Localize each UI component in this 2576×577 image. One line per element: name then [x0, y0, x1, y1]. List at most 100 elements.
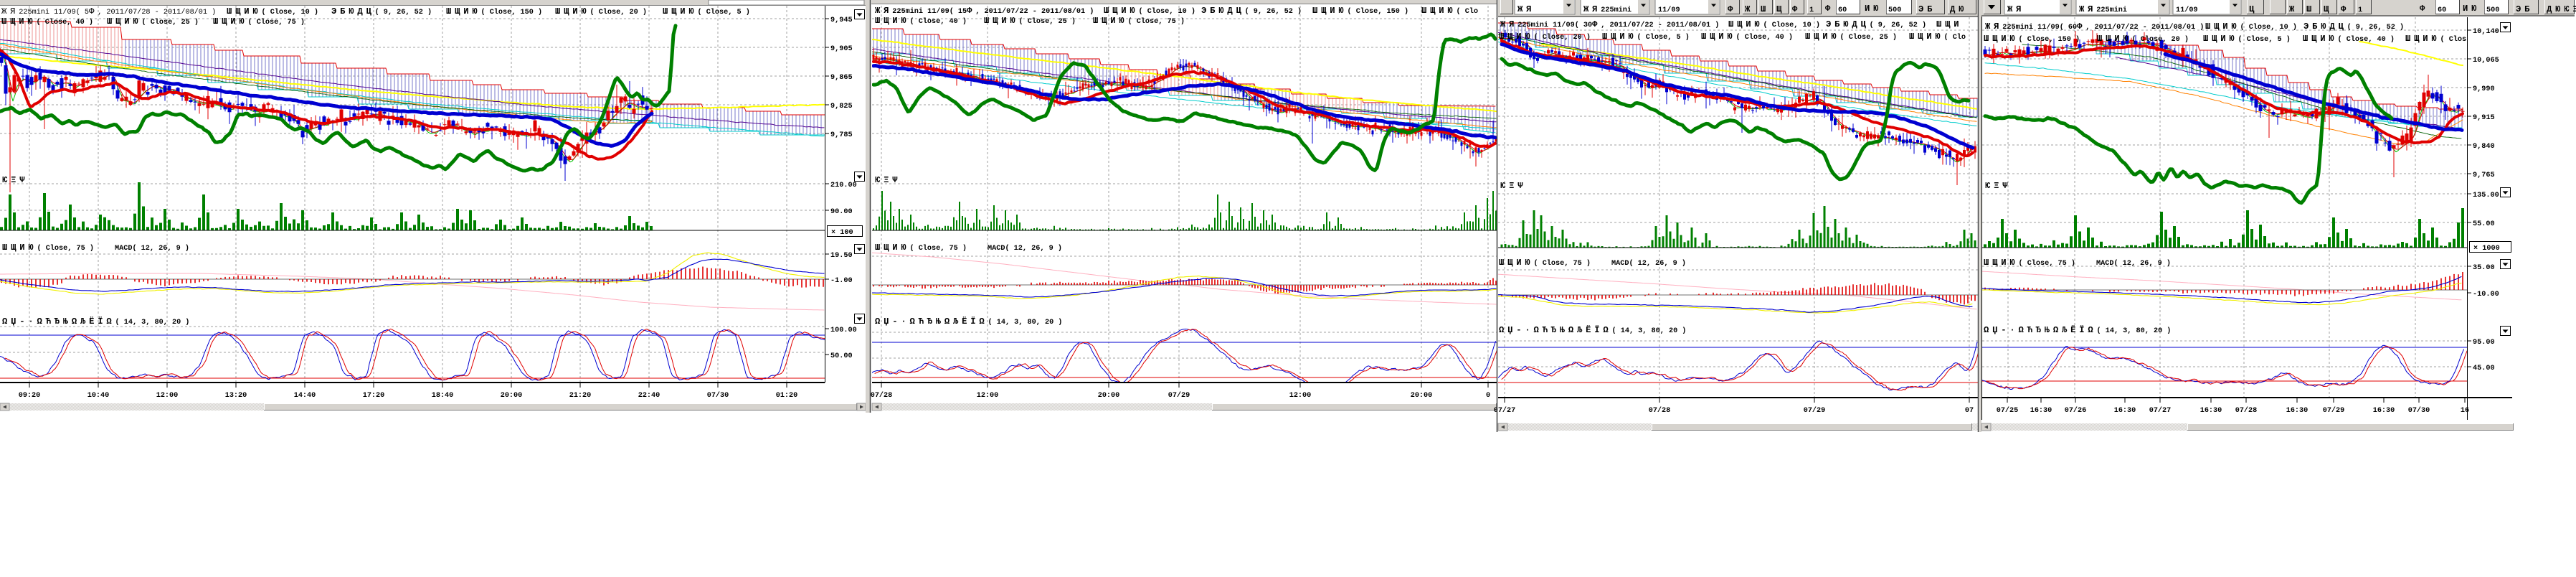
svg-text:ШЩИЮ( Close, 5 ): ШЩИЮ( Close, 5 ) [2203, 34, 2291, 44]
svg-text:-10.00: -10.00 [2473, 291, 2499, 299]
svg-text:ЭБЮДЦ( 9, 26, 52 ): ЭБЮДЦ( 9, 26, 52 ) [1201, 6, 1302, 16]
svg-text:12:00: 12:00 [156, 392, 179, 400]
svg-text:210.00: 210.00 [830, 182, 857, 189]
svg-text:14:40: 14:40 [294, 392, 316, 400]
svg-text:90.00: 90.00 [830, 208, 853, 216]
svg-text:9,905: 9,905 [830, 45, 853, 53]
svg-text:18:40: 18:40 [432, 392, 454, 400]
svg-text:07/27: 07/27 [2149, 406, 2172, 415]
svg-text:× 1000: × 1000 [2473, 245, 2500, 253]
svg-text:07/29: 07/29 [1168, 391, 1190, 400]
svg-text:500: 500 [2486, 6, 2499, 14]
svg-text:9,915: 9,915 [2473, 114, 2495, 122]
svg-text:ШЩИЮ( Close, 20 ): ШЩИЮ( Close, 20 ) [1499, 32, 1591, 42]
svg-text:10,140: 10,140 [2473, 28, 2499, 36]
svg-text:ШЩИЮ( Close, 10 ): ШЩИЮ( Close, 10 ) [227, 6, 318, 17]
svg-text:ШЩИЮ( Close, 40 ): ШЩИЮ( Close, 40 ) [2303, 34, 2395, 44]
svg-text:ШЩИЮ( Close, 150 ): ШЩИЮ( Close, 150 ) [1312, 6, 1408, 16]
svg-text:ЖЯ: ЖЯ [1517, 4, 1535, 14]
svg-text:ШЩИЮ( Clo: ШЩИЮ( Clo [1909, 32, 1966, 42]
svg-text:ШЩИЮ( Close, 5 ): ШЩИЮ( Close, 5 ) [663, 6, 750, 17]
svg-text:ШЩИЮ( Close, 75 ): ШЩИЮ( Close, 75 ) [213, 17, 305, 27]
svg-text:Ж: Ж [2289, 4, 2298, 14]
svg-text:07/26: 07/26 [2065, 406, 2087, 415]
svg-text:ШЩИЮ( Close, 150 ): ШЩИЮ( Close, 150 ) [446, 6, 542, 17]
svg-text:16: 16 [2461, 407, 2469, 415]
svg-text:ѤΞΨ: ѤΞΨ [875, 175, 901, 185]
svg-text:Щ: Щ [2324, 4, 2332, 14]
svg-text:Ф: Ф [2341, 4, 2349, 14]
svg-text:60: 60 [2438, 6, 2446, 14]
svg-text:16:30: 16:30 [2030, 407, 2052, 415]
svg-text:ШЩИЮ( Close, 10 ): ШЩИЮ( Close, 10 ) [1104, 6, 1195, 16]
svg-text:55.00: 55.00 [2473, 220, 2495, 228]
svg-text:07/29: 07/29 [2323, 406, 2345, 415]
svg-text:ШЩИЮ( Close, 5 ): ШЩИЮ( Close, 5 ) [1602, 32, 1690, 42]
svg-text:ШЩИЮ( Close, 20 ): ШЩИЮ( Close, 20 ) [555, 6, 647, 17]
svg-text:Щ: Щ [1776, 4, 1785, 14]
svg-text:16:30: 16:30 [2373, 407, 2395, 415]
svg-text:ШЩИЮ( Close, 25 ): ШЩИЮ( Close, 25 ) [107, 17, 199, 27]
svg-text:20:00: 20:00 [501, 392, 523, 400]
svg-text:ШЩИЮ( Close, 20 ): ШЩИЮ( Close, 20 ) [2097, 34, 2189, 44]
svg-text:ЖЯ: ЖЯ [2007, 4, 2025, 14]
svg-text:60: 60 [1838, 6, 1847, 14]
svg-text:MACD( 12, 26, 9 ): MACD( 12, 26, 9 ) [1611, 259, 1686, 268]
svg-text:ЭБ: ЭБ [1918, 4, 1936, 14]
svg-text:ЖЯ225mini 11/09( 30Ф, 2011/07/: ЖЯ225mini 11/09( 30Ф, 2011/07/22 - 2011/… [1500, 19, 1719, 29]
svg-text:16:30: 16:30 [2286, 407, 2309, 415]
svg-text:09:20: 09:20 [19, 392, 41, 400]
svg-text:16:30: 16:30 [2200, 407, 2222, 415]
svg-text:9,785: 9,785 [830, 131, 853, 139]
svg-text:ШЩИЮ( Close, 75 ): ШЩИЮ( Close, 75 ) [1093, 16, 1185, 26]
svg-text:ШЩИЮ( Close, 75 ): ШЩИЮ( Close, 75 ) [2, 243, 94, 253]
svg-text:50.00: 50.00 [830, 352, 853, 360]
svg-text:ЭБЮДЦ( 9, 26, 52 ): ЭБЮДЦ( 9, 26, 52 ) [1826, 19, 1926, 29]
svg-text:07/28: 07/28 [871, 391, 893, 400]
svg-text:ѤΞΨ: ѤΞΨ [2, 175, 28, 185]
svg-text:ЖЯ225mini: ЖЯ225mini [2079, 4, 2127, 14]
svg-text:ИЮ: ИЮ [2463, 4, 2480, 14]
svg-text:17:20: 17:20 [363, 392, 385, 400]
svg-text:19.50: 19.50 [830, 252, 853, 260]
svg-text:ЖЯ225mini 11/09( 5Ф, 2011/07/2: ЖЯ225mini 11/09( 5Ф, 2011/07/28 - 2011/0… [1, 6, 216, 17]
svg-text:35.00: 35.00 [2473, 264, 2495, 272]
svg-text:ШЩИЮ( Close, 25 ): ШЩИЮ( Close, 25 ) [1805, 32, 1897, 42]
svg-text:ШЩИЮ( Close, 40 ): ШЩИЮ( Close, 40 ) [1, 17, 93, 27]
svg-text:1: 1 [1809, 6, 1814, 14]
svg-text:07: 07 [1965, 407, 1974, 415]
svg-text:9,825: 9,825 [830, 103, 853, 111]
svg-text:ШЩИЮ( Close, 75 ): ШЩИЮ( Close, 75 ) [875, 243, 967, 253]
svg-text:ШЩИЮ( Clos: ШЩИЮ( Clos [2405, 34, 2466, 44]
svg-text:45.00: 45.00 [2473, 365, 2495, 372]
svg-text:16:30: 16:30 [2114, 407, 2136, 415]
svg-text:0: 0 [1486, 392, 1490, 400]
svg-text:Ш: Ш [1761, 4, 1769, 14]
svg-text:ДЮѤΞ: ДЮѤΞ [2547, 4, 2576, 14]
svg-text:11/09: 11/09 [1658, 6, 1680, 14]
svg-text:13:20: 13:20 [225, 392, 247, 400]
svg-text:Ф: Ф [1792, 4, 1801, 14]
svg-text:1: 1 [2358, 6, 2362, 14]
svg-text:11/09: 11/09 [2176, 6, 2198, 14]
svg-text:9,865: 9,865 [830, 74, 853, 82]
svg-text:21:20: 21:20 [569, 392, 592, 400]
svg-text:× 100: × 100 [831, 229, 853, 237]
svg-text:07/25: 07/25 [1997, 406, 2019, 415]
svg-text:ЭБЮДЦ( 9, 26, 52 ): ЭБЮДЦ( 9, 26, 52 ) [331, 6, 432, 17]
svg-text:Ф: Ф [1825, 4, 1834, 14]
svg-text:Ф: Ф [2420, 4, 2428, 14]
svg-text:ѤΞΨ: ѤΞΨ [1500, 181, 1526, 191]
svg-text:9,945: 9,945 [830, 17, 853, 24]
svg-text:ШЩИ: ШЩИ [1936, 19, 1962, 29]
svg-text:ДЮ: ДЮ [1950, 4, 1967, 14]
svg-text:ШЩИЮ( Close, 25 ): ШЩИЮ( Close, 25 ) [984, 16, 1076, 26]
svg-text:135.00: 135.00 [2473, 192, 2499, 200]
svg-text:100.00: 100.00 [830, 327, 857, 334]
svg-text:ЭБ: ЭБ [2516, 4, 2533, 14]
svg-text:10:40: 10:40 [87, 392, 110, 400]
svg-text:22:40: 22:40 [638, 392, 660, 400]
svg-text:ЖЯ225mini 11/09( 15Ф, 2011/07/: ЖЯ225mini 11/09( 15Ф, 2011/07/22 - 2011/… [875, 6, 1094, 16]
svg-text:500: 500 [1888, 6, 1901, 14]
svg-text:ѤΞΨ: ѤΞΨ [1985, 181, 2011, 191]
